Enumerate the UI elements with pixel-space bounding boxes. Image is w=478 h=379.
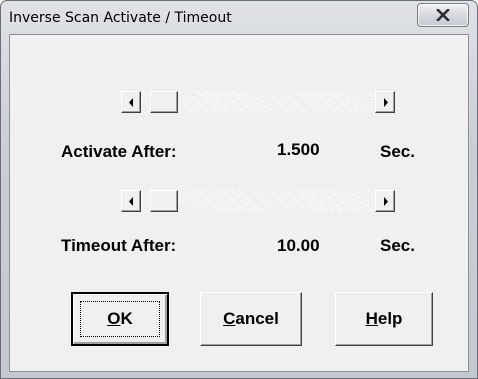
close-button[interactable] [417,3,469,27]
arrow-right-icon [384,98,388,107]
scroll-thumb[interactable] [150,190,178,212]
scroll-left-button[interactable] [121,190,141,212]
close-icon [436,9,450,21]
timeout-value: 10.00 [277,236,320,255]
arrow-left-icon [129,98,133,107]
window-title: Inverse Scan Activate / Timeout [9,10,232,26]
cancel-button-label: Cancel [223,309,279,328]
dialog-window: Inverse Scan Activate / Timeout Activate… [0,0,478,379]
scroll-thumb[interactable] [150,91,178,113]
title-bar: Inverse Scan Activate / Timeout [1,1,477,34]
arrow-right-icon [384,197,388,206]
activate-label: Activate After: [61,142,177,161]
activate-value: 1.500 [277,140,320,159]
activate-scrollbar[interactable] [121,91,395,113]
ok-button[interactable]: OK [71,292,169,346]
dialog-client-area: Activate After: 1.500 Sec. Timeout After… [9,34,469,372]
help-button[interactable]: Help [335,292,433,346]
scroll-right-button[interactable] [375,91,395,113]
cancel-button[interactable]: Cancel [200,292,302,346]
scroll-left-button[interactable] [121,91,141,113]
timeout-scrollbar[interactable] [121,190,395,212]
arrow-left-icon [129,197,133,206]
ok-button-label: OK [107,309,133,328]
activate-unit: Sec. [380,142,415,161]
timeout-unit: Sec. [380,236,415,255]
help-button-label: Help [365,309,403,328]
timeout-label: Timeout After: [61,236,177,255]
scroll-right-button[interactable] [375,190,395,212]
